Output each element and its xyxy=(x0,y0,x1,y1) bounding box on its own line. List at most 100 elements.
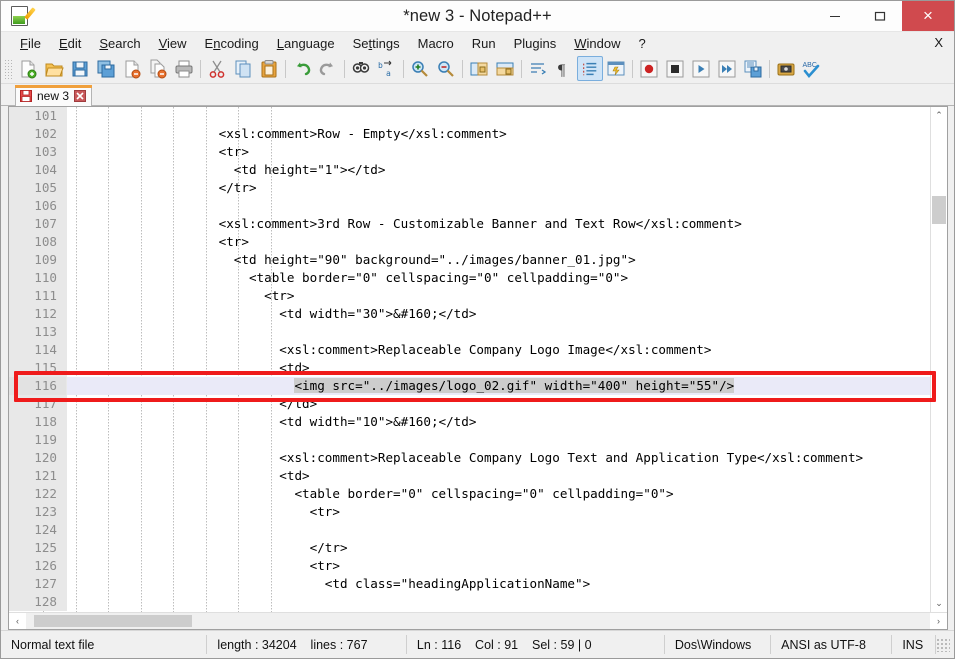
code-text[interactable]: <xsl:comment>Replaceable Company Logo Im… xyxy=(67,341,930,359)
code-text[interactable]: <table border="0" cellspacing="0" cellpa… xyxy=(67,485,930,503)
scroll-up-arrow-icon[interactable]: ⌃ xyxy=(931,107,947,124)
code-line[interactable]: 128 xyxy=(9,593,930,611)
code-text[interactable]: <td height="90" background="../images/ba… xyxy=(67,251,930,269)
tab-new-3[interactable]: new 3 xyxy=(14,85,93,106)
code-text[interactable] xyxy=(67,593,930,611)
code-line[interactable]: 119 xyxy=(9,431,930,449)
scroll-right-arrow-icon[interactable]: › xyxy=(930,613,947,629)
menu-encoding[interactable]: Encoding xyxy=(196,34,268,53)
code-line[interactable]: 112 <td width="30">&#160;</td> xyxy=(9,305,930,323)
code-text[interactable]: <td height="1"></td> xyxy=(67,161,930,179)
save-icon[interactable] xyxy=(67,56,93,81)
code-text[interactable]: <td class="headingApplicationName"> xyxy=(67,575,930,593)
code-text[interactable]: <td> xyxy=(67,359,930,377)
maximize-button[interactable] xyxy=(857,1,902,31)
code-line[interactable]: 127 <td class="headingApplicationName"> xyxy=(9,575,930,593)
menu-search[interactable]: Search xyxy=(90,34,149,53)
code-text[interactable]: <xsl:comment>Replaceable Company Logo Te… xyxy=(67,449,930,467)
code-line[interactable]: 126 <tr> xyxy=(9,557,930,575)
code-text[interactable] xyxy=(67,431,930,449)
redo-icon[interactable] xyxy=(315,56,341,81)
menu-plugins[interactable]: Plugins xyxy=(505,34,566,53)
menu-edit[interactable]: Edit xyxy=(50,34,90,53)
horizontal-scrollbar[interactable]: ‹ › xyxy=(9,612,947,629)
code-line[interactable]: 103 <tr> xyxy=(9,143,930,161)
code-line[interactable]: 106 xyxy=(9,197,930,215)
minimize-button[interactable] xyxy=(812,1,857,31)
tab-close-icon[interactable] xyxy=(74,89,87,102)
save-macro-icon[interactable] xyxy=(740,56,766,81)
user-defined-language-icon[interactable] xyxy=(603,56,629,81)
code-line[interactable]: 102 <xsl:comment>Row - Empty</xsl:commen… xyxy=(9,125,930,143)
run-icon[interactable] xyxy=(773,56,799,81)
vertical-scroll-thumb[interactable] xyxy=(932,196,946,224)
spell-check-icon[interactable]: ABC xyxy=(799,56,825,81)
code-text[interactable]: <img src="../images/logo_02.gif" width="… xyxy=(67,377,930,395)
code-text[interactable]: <xsl:comment>3rd Row - Customizable Bann… xyxy=(67,215,930,233)
code-text[interactable]: <tr> xyxy=(67,287,930,305)
status-eol-format[interactable]: Dos\Windows xyxy=(665,635,772,654)
code-line[interactable]: 125 </tr> xyxy=(9,539,930,557)
resize-grip-icon[interactable] xyxy=(936,637,950,652)
show-all-characters-icon[interactable]: ¶ xyxy=(551,56,577,81)
code-text[interactable]: <td width="10">&#160;</td> xyxy=(67,413,930,431)
code-text[interactable]: <tr> xyxy=(67,503,930,521)
horizontal-scroll-thumb[interactable] xyxy=(34,615,192,627)
code-line[interactable]: 114 <xsl:comment>Replaceable Company Log… xyxy=(9,341,930,359)
menu-window[interactable]: Window xyxy=(565,34,629,53)
code-line[interactable]: 113 xyxy=(9,323,930,341)
find-icon[interactable] xyxy=(348,56,374,81)
code-line[interactable]: 104 <td height="1"></td> xyxy=(9,161,930,179)
menu-view[interactable]: View xyxy=(150,34,196,53)
code-line[interactable]: 111 <tr> xyxy=(9,287,930,305)
scroll-left-arrow-icon[interactable]: ‹ xyxy=(9,613,26,629)
save-all-icon[interactable] xyxy=(93,56,119,81)
code-line[interactable]: 117 </td> xyxy=(9,395,930,413)
run-macro-multiple-icon[interactable] xyxy=(714,56,740,81)
status-insert-mode[interactable]: INS xyxy=(892,635,937,654)
code-line[interactable]: 118 <td width="10">&#160;</td> xyxy=(9,413,930,431)
code-editor[interactable]: 101 102 <xsl:comment>Row - Empty</xsl:com… xyxy=(9,107,930,612)
code-line[interactable]: 105 </tr> xyxy=(9,179,930,197)
menu-settings[interactable]: Settings xyxy=(344,34,409,53)
vertical-scroll-track[interactable] xyxy=(931,124,947,595)
zoom-in-icon[interactable] xyxy=(407,56,433,81)
code-line[interactable]: 124 xyxy=(9,521,930,539)
paste-icon[interactable] xyxy=(256,56,282,81)
code-text[interactable]: <table border="0" cellspacing="0" cellpa… xyxy=(67,269,930,287)
zoom-out-icon[interactable] xyxy=(433,56,459,81)
open-file-icon[interactable] xyxy=(41,56,67,81)
code-text[interactable]: </td> xyxy=(67,395,930,413)
code-line[interactable]: 122 <table border="0" cellspacing="0" ce… xyxy=(9,485,930,503)
toolbar-grip[interactable] xyxy=(5,57,13,80)
menu-run[interactable]: Run xyxy=(463,34,505,53)
word-wrap-icon[interactable] xyxy=(525,56,551,81)
code-line[interactable]: 108 <tr> xyxy=(9,233,930,251)
code-text[interactable]: <xsl:comment>Row - Empty</xsl:comment> xyxy=(67,125,930,143)
menu-file[interactable]: File xyxy=(11,34,50,53)
menu-language[interactable]: Language xyxy=(268,34,344,53)
sync-horizontal-scroll-icon[interactable] xyxy=(492,56,518,81)
code-text[interactable]: <tr> xyxy=(67,143,930,161)
undo-icon[interactable] xyxy=(289,56,315,81)
code-text[interactable]: </tr> xyxy=(67,539,930,557)
close-all-icon[interactable] xyxy=(145,56,171,81)
code-line[interactable]: 116 <img src="../images/logo_02.gif" wid… xyxy=(9,377,930,395)
stop-macro-icon[interactable] xyxy=(662,56,688,81)
horizontal-scroll-track[interactable] xyxy=(26,613,930,629)
menu-help[interactable]: ? xyxy=(629,34,654,53)
code-text[interactable]: <tr> xyxy=(67,233,930,251)
code-text[interactable] xyxy=(67,107,930,125)
code-text[interactable]: <td> xyxy=(67,467,930,485)
cut-icon[interactable] xyxy=(204,56,230,81)
sync-vertical-scroll-icon[interactable] xyxy=(466,56,492,81)
code-line[interactable]: 110 <table border="0" cellspacing="0" ce… xyxy=(9,269,930,287)
copy-icon[interactable] xyxy=(230,56,256,81)
close-button[interactable]: × xyxy=(902,1,954,31)
menu-macro[interactable]: Macro xyxy=(409,34,463,53)
status-encoding[interactable]: ANSI as UTF-8 xyxy=(771,635,893,654)
code-line[interactable]: 121 <td> xyxy=(9,467,930,485)
play-macro-icon[interactable] xyxy=(688,56,714,81)
code-text[interactable]: </tr> xyxy=(67,179,930,197)
close-document-button[interactable]: X xyxy=(934,35,943,50)
